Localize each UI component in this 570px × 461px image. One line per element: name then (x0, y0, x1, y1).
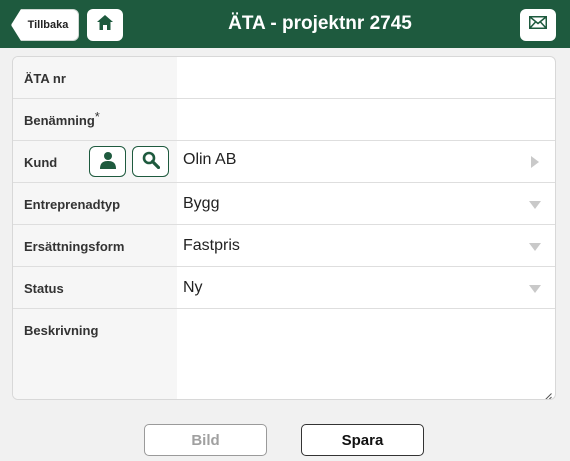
kund-label: Kund (24, 155, 58, 170)
person-icon (99, 151, 117, 172)
status-label: Status (13, 267, 177, 308)
status-select[interactable]: Ny (177, 267, 555, 308)
benamning-label-cell: Benämning* (13, 99, 177, 140)
entreprenadtyp-label: Entreprenadtyp (13, 183, 177, 224)
beskrivning-textarea[interactable] (183, 309, 555, 399)
required-mark: * (94, 109, 100, 124)
home-icon (97, 15, 113, 35)
ersattningsform-select[interactable]: Fastpris (177, 225, 555, 266)
row-kund: Kund Olin AB (13, 141, 555, 183)
save-button[interactable]: Spara (301, 424, 424, 456)
chevron-right-icon (531, 156, 539, 168)
search-customer-button[interactable] (132, 146, 169, 177)
entreprenadtyp-select[interactable]: Bygg (177, 183, 555, 224)
chevron-down-icon (529, 285, 541, 293)
ata-nr-field[interactable] (177, 57, 555, 98)
kund-value: Olin AB (183, 150, 237, 168)
resize-grip-icon[interactable] (544, 388, 552, 399)
chevron-down-icon (529, 243, 541, 251)
search-icon (142, 151, 160, 172)
select-customer-button[interactable] (89, 146, 126, 177)
entreprenadtyp-value: Bygg (183, 194, 220, 212)
ata-form: ÄTA nr Benämning* Kund Olin AB Entrepren… (12, 56, 556, 400)
beskrivning-label: Beskrivning (13, 309, 177, 399)
home-button[interactable] (87, 9, 123, 41)
top-bar: Tillbaka ÄTA - projektnr 2745 (0, 0, 570, 48)
row-status: Status Ny (13, 267, 555, 309)
row-beskrivning: Beskrivning (13, 309, 555, 399)
beskrivning-cell (177, 309, 555, 399)
page-title: ÄTA - projektnr 2745 (228, 13, 412, 34)
row-ata-nr: ÄTA nr (13, 57, 555, 99)
mail-icon (529, 16, 547, 34)
kund-label-cell: Kund (13, 141, 177, 182)
image-button[interactable]: Bild (144, 424, 267, 456)
chevron-down-icon (529, 201, 541, 209)
row-benamning: Benämning* (13, 99, 555, 141)
status-value: Ny (183, 278, 203, 296)
benamning-field[interactable] (177, 99, 555, 140)
kund-field[interactable]: Olin AB (177, 141, 555, 182)
back-button[interactable]: Tillbaka (11, 9, 79, 41)
email-button[interactable] (520, 9, 556, 41)
ersattningsform-label: Ersättningsform (13, 225, 177, 266)
back-button-label: Tillbaka (27, 19, 69, 31)
row-ersattningsform: Ersättningsform Fastpris (13, 225, 555, 267)
image-button-label: Bild (191, 431, 220, 449)
benamning-label: Benämning (24, 113, 95, 128)
row-entreprenadtyp: Entreprenadtyp Bygg (13, 183, 555, 225)
ata-nr-label: ÄTA nr (13, 57, 177, 98)
save-button-label: Spara (341, 431, 384, 449)
ersattningsform-value: Fastpris (183, 236, 240, 254)
